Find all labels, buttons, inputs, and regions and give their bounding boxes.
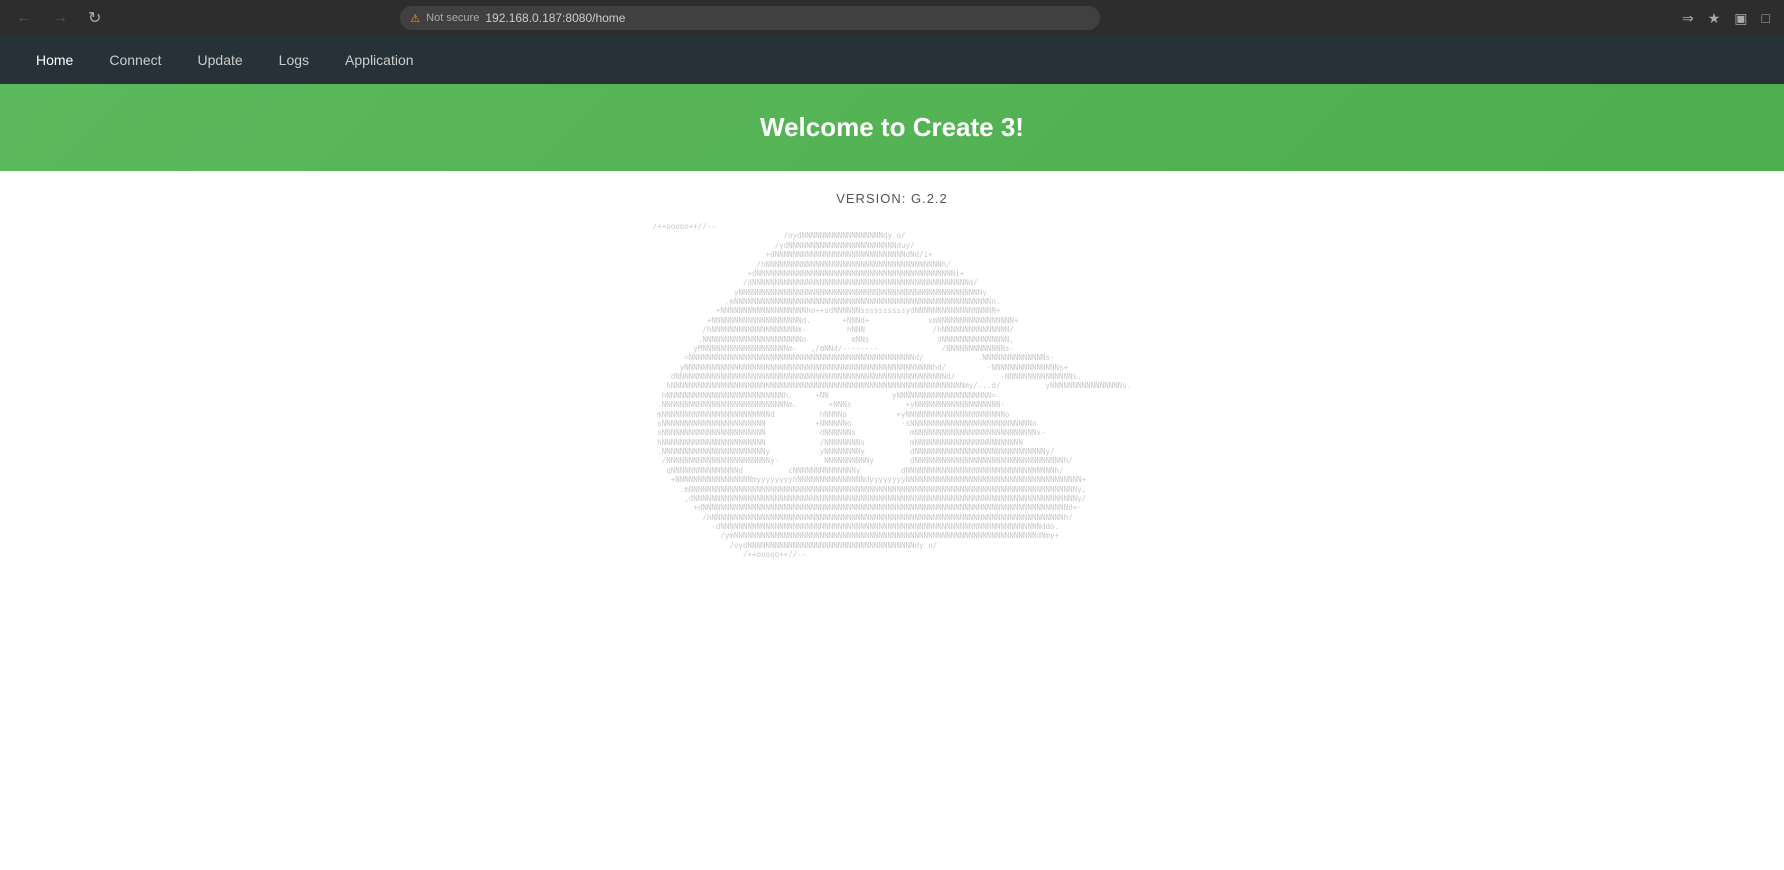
window-icon[interactable]: □ <box>1758 8 1774 28</box>
not-secure-label: Not secure <box>426 12 479 24</box>
nav-update[interactable]: Update <box>182 44 259 76</box>
not-secure-icon: ⚠ <box>410 12 420 25</box>
version-text: VERSION: G.2.2 <box>20 191 1764 206</box>
hero-title: Welcome to Create 3! <box>20 112 1764 143</box>
bookmark-icon[interactable]: ★ <box>1704 8 1725 29</box>
extension-icon[interactable]: ▣ <box>1730 8 1751 29</box>
cast-icon[interactable]: ⇒ <box>1678 8 1698 29</box>
nav-connect[interactable]: Connect <box>93 44 177 76</box>
reload-button[interactable]: ↻ <box>82 6 107 30</box>
address-bar[interactable]: ⚠ Not secure 192.168.0.187:8080/home <box>400 6 1100 30</box>
back-button[interactable]: ← <box>10 7 38 29</box>
address-url: 192.168.0.187:8080/home <box>485 11 625 25</box>
ascii-art: /++ooooo++//-- /oydNNNNNNNNNNNNNNNNNNdy … <box>653 222 1132 560</box>
browser-chrome: ← → ↻ ⚠ Not secure 192.168.0.187:8080/ho… <box>0 0 1784 36</box>
version-value: G.2.2 <box>911 191 948 206</box>
browser-toolbar-right: ⇒ ★ ▣ □ <box>1678 8 1774 29</box>
nav-home[interactable]: Home <box>20 44 89 76</box>
nav-bar: Home Connect Update Logs Application <box>0 36 1784 84</box>
nav-application[interactable]: Application <box>329 44 430 76</box>
version-label: VERSION: <box>836 191 911 206</box>
main-content: VERSION: G.2.2 /++ooooo++//-- /oydNNNNNN… <box>0 171 1784 582</box>
nav-logs[interactable]: Logs <box>263 44 325 76</box>
hero-banner: Welcome to Create 3! <box>0 84 1784 171</box>
forward-button[interactable]: → <box>46 7 74 29</box>
